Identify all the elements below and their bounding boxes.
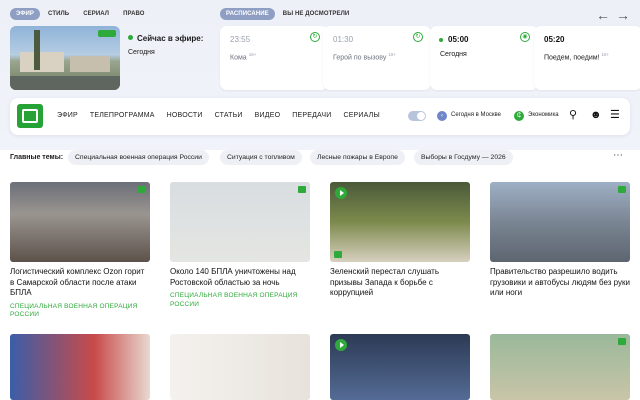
tab-serial[interactable]: СЕРИАЛ — [77, 8, 115, 20]
news-image[interactable] — [170, 182, 310, 262]
schedule-title: Поедем, поедим! 16+ — [544, 52, 610, 62]
play-icon[interactable] — [335, 187, 347, 199]
schedule-card[interactable]: 05:20 Поедем, поедим! 16+ — [534, 26, 640, 90]
ntv-mini-icon — [618, 186, 626, 193]
ntv-mini-icon — [334, 251, 342, 258]
schedule-title: Герой по вызову 16+ — [333, 52, 396, 62]
live-signal-icon[interactable]: ◉ — [520, 32, 530, 42]
ntv-logo-icon[interactable] — [17, 104, 43, 128]
news-image[interactable] — [330, 182, 470, 262]
tab-schedule[interactable]: РАСПИСАНИЕ — [220, 8, 275, 20]
nav-item-shows[interactable]: ПЕРЕДАЧИ — [292, 112, 331, 119]
live-stream-thumbnail[interactable] — [10, 26, 120, 90]
replay-icon[interactable]: ↻ — [413, 32, 423, 42]
topics-label: Главные темы: — [10, 154, 64, 161]
nav-item-efir[interactable]: ЭФИР — [57, 112, 78, 119]
topic-chip[interactable]: Специальная военная операция России — [68, 150, 209, 165]
news-image[interactable] — [10, 334, 150, 400]
search-icon[interactable]: ⚲ — [569, 109, 577, 121]
nav-item-serials[interactable]: СЕРИАЛЫ — [343, 112, 379, 119]
top-strip: ЭФИР СТИЛЬ СЕРИАЛ ПРАВО РАСПИСАНИЕ ВЫ НЕ… — [0, 0, 640, 150]
news-image[interactable] — [490, 334, 630, 400]
schedule-time: 05:20 — [544, 35, 565, 44]
news-rubric[interactable]: СПЕЦИАЛЬНАЯ ВОЕННАЯ ОПЕРАЦИЯ РОССИИ — [10, 303, 150, 320]
live-badge-icon — [98, 30, 116, 37]
menu-icon[interactable]: ☰ — [610, 109, 620, 121]
topic-chip[interactable]: Лесные пожары в Европе — [310, 150, 405, 165]
news-card[interactable]: Логистический комплекс Ozon горит в Сама… — [10, 182, 150, 320]
schedule-card-current[interactable]: 05:00 ◉ Сегодня — [430, 26, 538, 90]
ntv-mini-icon — [138, 186, 146, 193]
nav-item-video[interactable]: ВИДЕО — [255, 112, 281, 119]
schedule-title: Сегодня — [440, 51, 467, 58]
topic-chip[interactable]: Ситуация с топливом — [220, 150, 302, 165]
schedule-time: 23:55 — [230, 35, 251, 44]
more-icon[interactable]: ⋯ — [613, 150, 624, 161]
news-image[interactable] — [490, 182, 630, 262]
user-icon[interactable]: ☻ — [590, 109, 602, 121]
tab-not-finished[interactable]: ВЫ НЕ ДОСМОТРЕЛИ — [277, 8, 356, 20]
news-card[interactable]: Около 140 БПЛА уничтожены над Ростовской… — [170, 182, 310, 309]
theme-toggle[interactable] — [408, 111, 426, 121]
arrow-left-icon[interactable]: ← — [596, 8, 610, 22]
news-image[interactable] — [330, 334, 470, 400]
news-image[interactable] — [10, 182, 150, 262]
onair-label: Сейчас в эфире: — [128, 34, 203, 43]
news-headline[interactable]: Около 140 БПЛА уничтожены над Ростовской… — [170, 267, 310, 288]
play-icon[interactable] — [335, 339, 347, 351]
schedule-time: 05:00 — [448, 35, 469, 44]
ntv-mini-icon — [298, 186, 306, 193]
main-nav: ЭФИР ТЕЛЕПРОГРАММА НОВОСТИ СТАТЬИ ВИДЕО … — [10, 98, 630, 135]
live-dot-icon — [439, 38, 443, 42]
news-card[interactable]: Правительство разрешило водить грузовики… — [490, 182, 630, 303]
nav-item-articles[interactable]: СТАТЬИ — [215, 112, 243, 119]
schedule-tabs: РАСПИСАНИЕ ВЫ НЕ ДОСМОТРЕЛИ — [220, 8, 355, 20]
news-headline[interactable]: Зеленский перестал слушать призывы Запад… — [330, 267, 470, 299]
tab-efir[interactable]: ЭФИР — [10, 8, 41, 20]
news-rubric[interactable]: СПЕЦИАЛЬНАЯ ВОЕННАЯ ОПЕРАЦИЯ РОССИИ — [170, 292, 310, 309]
economy-icon: ₵ — [514, 111, 524, 121]
today-moscow-link[interactable]: Сегодня в Москве — [451, 112, 501, 118]
replay-icon[interactable]: ↻ — [310, 32, 320, 42]
tab-pravo[interactable]: ПРАВО — [117, 8, 150, 20]
nav-item-teleprogramma[interactable]: ТЕЛЕПРОГРАММА — [90, 112, 155, 119]
ntv-mini-icon — [618, 338, 626, 345]
schedule-card[interactable]: 01:30 ↻ Герой по вызову 16+ — [323, 26, 431, 90]
nav-menu: ЭФИР ТЕЛЕПРОГРАММА НОВОСТИ СТАТЬИ ВИДЕО … — [57, 112, 392, 119]
news-card[interactable]: Зеленский перестал слушать призывы Запад… — [330, 182, 470, 303]
schedule-time: 01:30 — [333, 35, 354, 44]
economy-link[interactable]: Экономика — [528, 112, 559, 118]
live-dot-icon — [128, 35, 133, 40]
schedule-card[interactable]: 23:55 ↻ Кома 16+ — [220, 26, 328, 90]
news-headline[interactable]: Логистический комплекс Ozon горит в Сама… — [10, 267, 150, 299]
nav-item-news[interactable]: НОВОСТИ — [167, 112, 203, 119]
onair-program: Сегодня — [128, 49, 155, 56]
topic-chip[interactable]: Выборы в Госдуму — 2026 — [414, 150, 513, 165]
news-image[interactable] — [170, 334, 310, 400]
arrow-right-icon[interactable]: → — [616, 8, 630, 22]
news-headline[interactable]: Правительство разрешило водить грузовики… — [490, 267, 630, 299]
moscow-icon: ‹ — [437, 111, 447, 121]
schedule-title: Кома 16+ — [230, 52, 257, 62]
tab-style[interactable]: СТИЛЬ — [42, 8, 75, 20]
channel-tabs: ЭФИР СТИЛЬ СЕРИАЛ ПРАВО — [10, 8, 151, 20]
